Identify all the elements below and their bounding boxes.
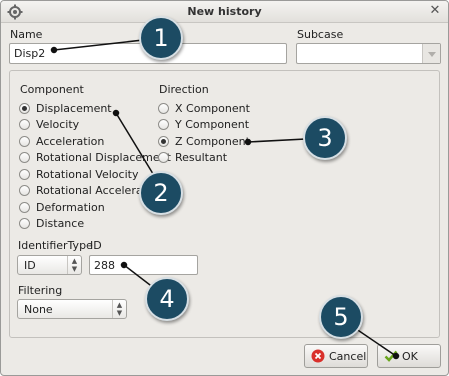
new-history-dialog: New history ✕ Name Disp2 Subcase Compone…	[0, 0, 449, 376]
callout-4: 4	[145, 277, 189, 321]
callout-1: 1	[139, 16, 183, 60]
callout-2: 2	[139, 171, 183, 215]
callout-3: 3	[303, 116, 347, 160]
callout-lines	[50, 37, 400, 360]
callout-5: 5	[319, 295, 363, 339]
